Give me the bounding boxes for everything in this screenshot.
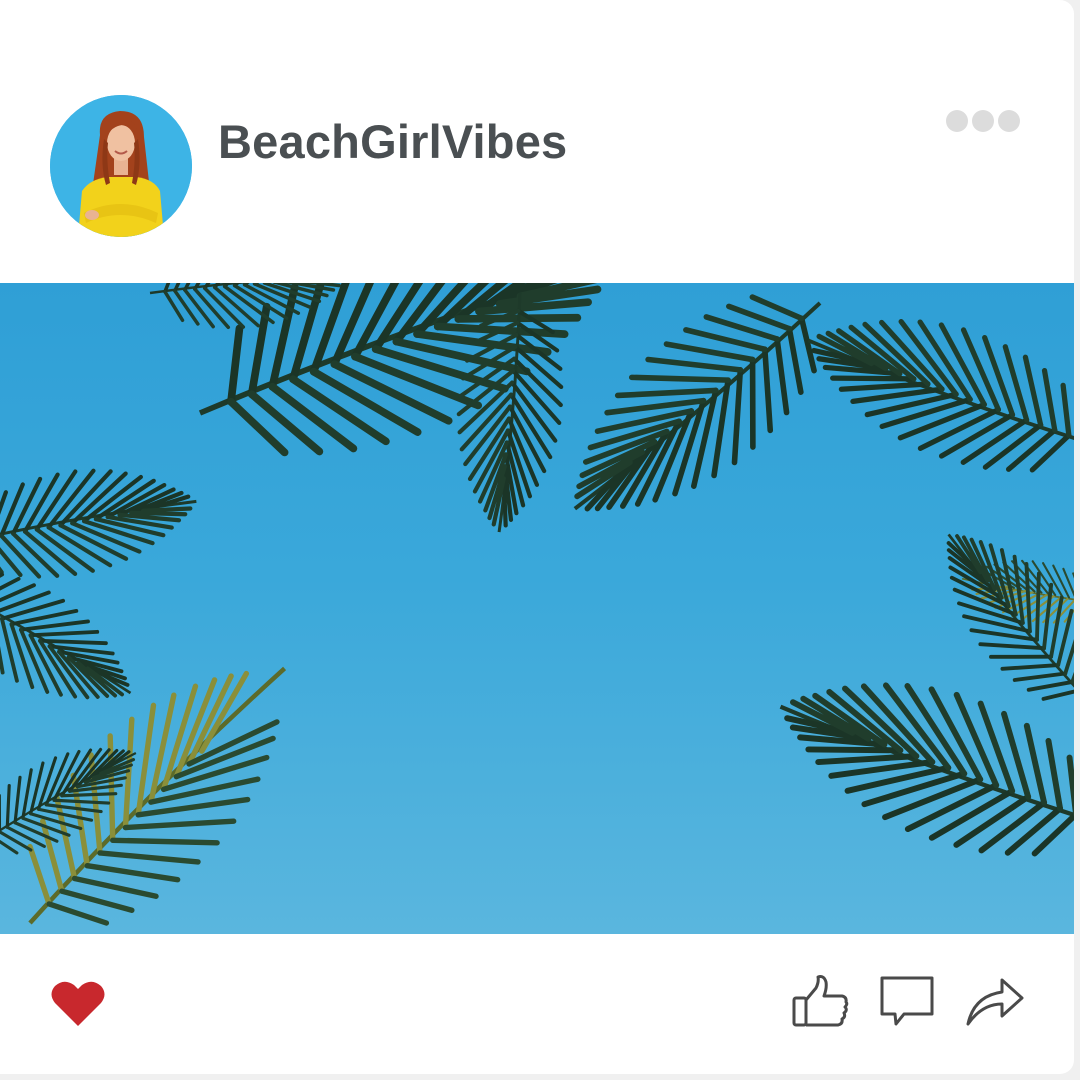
- thumbs-up-icon[interactable]: [792, 974, 850, 1028]
- post-header: BeachGirlVibes: [0, 0, 1074, 283]
- comment-bubble-icon[interactable]: [878, 974, 936, 1028]
- palm-leaves-image: [0, 283, 1074, 934]
- share-arrow-icon[interactable]: [964, 974, 1026, 1028]
- post-photo[interactable]: [0, 283, 1074, 934]
- heart-icon[interactable]: [50, 978, 106, 1028]
- avatar-image: [50, 95, 192, 237]
- avatar[interactable]: [50, 95, 192, 237]
- more-dot: [972, 110, 994, 132]
- more-dot: [946, 110, 968, 132]
- post-card: BeachGirlVibes: [0, 0, 1074, 1074]
- more-options-icon[interactable]: [946, 106, 1026, 136]
- action-bar: [0, 934, 1074, 1074]
- username[interactable]: BeachGirlVibes: [218, 114, 567, 169]
- more-dot: [998, 110, 1020, 132]
